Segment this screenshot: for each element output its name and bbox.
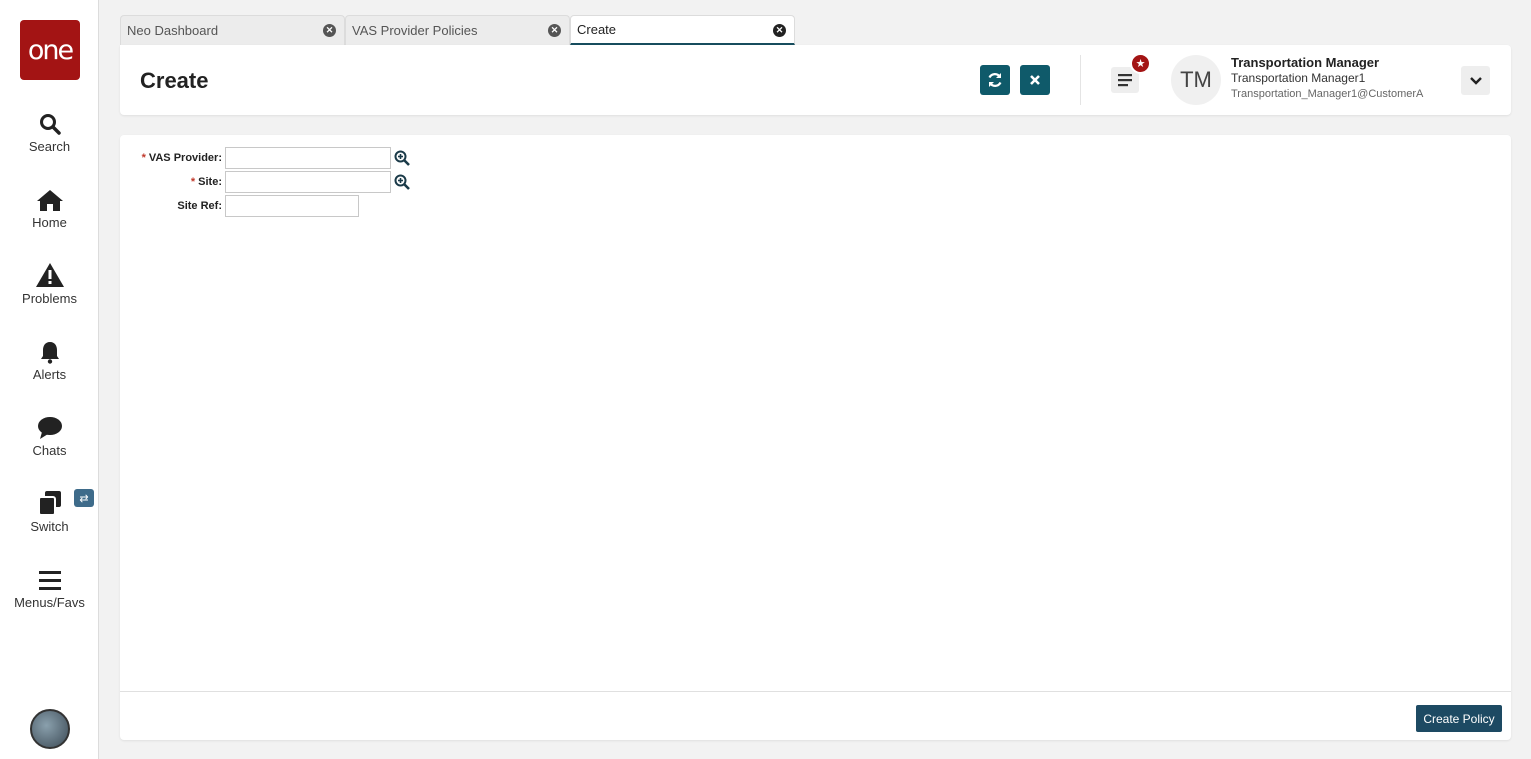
header-divider xyxy=(1080,55,1081,105)
required-marker: * xyxy=(190,176,196,188)
vas-provider-row: * VAS Provider: xyxy=(120,147,411,169)
home-icon xyxy=(35,184,65,212)
assistant-avatar[interactable] xyxy=(30,709,70,749)
search-icon xyxy=(38,108,62,136)
nav-menus-favs-label: Menus/Favs xyxy=(14,595,85,610)
site-label-text: Site: xyxy=(198,176,222,188)
close-tab-icon[interactable]: ✕ xyxy=(323,24,336,37)
refresh-button[interactable] xyxy=(980,65,1010,95)
tab-label: Neo Dashboard xyxy=(127,23,219,38)
sidebar: one Search Home Problems Alerts Chats Sw… xyxy=(0,0,99,759)
site-input[interactable] xyxy=(225,171,391,193)
footer-divider xyxy=(120,691,1511,692)
hamburger-icon xyxy=(38,564,62,592)
chevron-down-icon xyxy=(1469,76,1482,85)
site-row: * Site: xyxy=(120,171,411,193)
tab-bar: Neo Dashboard ✕ VAS Provider Policies ✕ … xyxy=(120,15,795,45)
page-title: Create xyxy=(140,68,209,93)
close-button[interactable] xyxy=(1020,65,1050,95)
create-policy-button[interactable]: Create Policy xyxy=(1416,705,1502,732)
nav-search-label: Search xyxy=(28,139,71,154)
nav-home[interactable]: Home xyxy=(0,184,99,244)
tab-create[interactable]: Create ✕ xyxy=(570,15,795,45)
site-ref-input[interactable] xyxy=(225,195,359,217)
nav-alerts[interactable]: Alerts xyxy=(0,336,99,396)
tab-label: VAS Provider Policies xyxy=(352,23,478,38)
vas-provider-label-text: VAS Provider: xyxy=(148,152,222,164)
tab-neo-dashboard[interactable]: Neo Dashboard ✕ xyxy=(120,15,345,45)
site-ref-label: Site Ref: xyxy=(177,200,222,212)
nav-alerts-label: Alerts xyxy=(32,367,67,382)
user-avatar[interactable]: TM xyxy=(1171,55,1221,105)
page-header: Create ★ TM Transportation Manager Trans… xyxy=(120,45,1511,115)
nav-home-label: Home xyxy=(32,215,67,230)
close-tab-icon[interactable]: ✕ xyxy=(548,24,561,37)
required-marker: * xyxy=(141,152,146,164)
site-label: * Site: xyxy=(120,176,225,188)
user-role: Transportation Manager1 xyxy=(1231,71,1366,85)
warning-icon xyxy=(35,260,65,288)
refresh-icon xyxy=(988,73,1002,87)
bell-icon xyxy=(38,336,62,364)
nav-problems-label: Problems xyxy=(22,291,77,306)
close-icon xyxy=(1030,75,1040,85)
user-email: Transportation_Manager1@CustomerA xyxy=(1231,88,1424,100)
switch-badge-icon[interactable]: ⇄ xyxy=(74,489,94,507)
tab-label: Create xyxy=(577,22,617,37)
vas-provider-label: * VAS Provider: xyxy=(120,152,225,164)
switch-icon xyxy=(37,488,63,516)
site-ref-row: Site Ref: xyxy=(120,195,359,217)
nav-search[interactable]: Search xyxy=(0,108,99,168)
app-logo[interactable]: one xyxy=(20,20,80,80)
list-icon xyxy=(1118,74,1132,87)
site-lookup-icon[interactable] xyxy=(393,173,411,191)
close-tab-icon[interactable]: ✕ xyxy=(773,24,786,37)
nav-chats[interactable]: Chats xyxy=(0,412,99,472)
vas-provider-input[interactable] xyxy=(225,147,391,169)
nav-chats-label: Chats xyxy=(32,443,67,458)
vas-provider-lookup-icon[interactable] xyxy=(393,149,411,167)
favorite-star-icon[interactable]: ★ xyxy=(1130,53,1151,74)
nav-menus-favs[interactable]: Menus/Favs xyxy=(0,564,99,624)
user-menu-dropdown[interactable] xyxy=(1461,66,1490,95)
main-panel: * VAS Provider: * Site: Site Ref: Create P… xyxy=(120,135,1511,740)
tab-vas-provider-policies[interactable]: VAS Provider Policies ✕ xyxy=(345,15,570,45)
nav-switch-label: Switch xyxy=(30,519,69,534)
nav-problems[interactable]: Problems xyxy=(0,260,99,320)
chat-icon xyxy=(36,412,64,440)
user-name: Transportation Manager xyxy=(1231,55,1380,70)
